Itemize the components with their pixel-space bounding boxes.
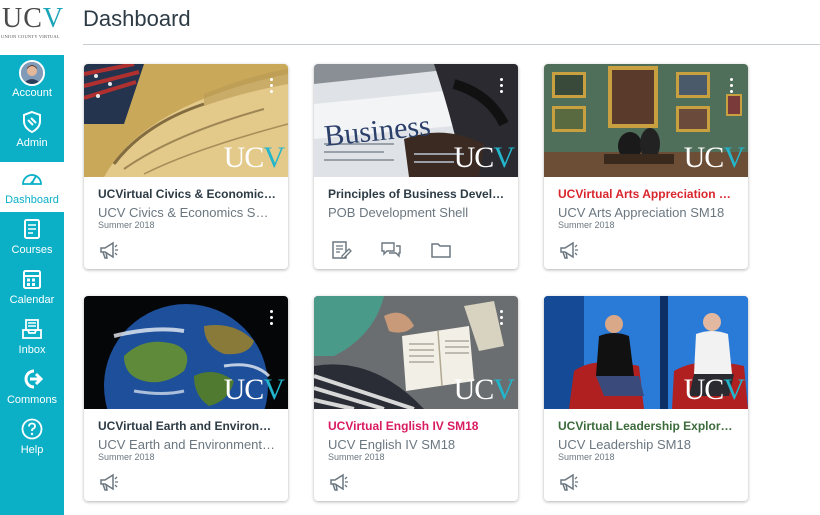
course-code: UCV Earth and Environmental ... [98, 437, 278, 452]
course-card-image[interactable]: UCV [544, 296, 748, 409]
nav-item-admin[interactable]: Admin [0, 105, 64, 155]
nav-item-dashboard[interactable]: Dashboard [0, 162, 64, 212]
shield-icon [23, 110, 41, 134]
course-title[interactable]: UCVirtual English IV SM18 [328, 419, 508, 434]
files-icon[interactable] [430, 239, 452, 261]
ucv-watermark-logo: UCV [683, 373, 745, 406]
ucv-watermark-logo: UCV [683, 141, 745, 174]
page-title: Dashboard [83, 6, 191, 31]
course-card-english[interactable]: UCV UCVirtual English IV SM18 UCV Englis… [314, 296, 518, 501]
nav-label: Inbox [18, 344, 46, 356]
nav-label: Admin [16, 137, 48, 149]
course-card-image[interactable]: UCV [544, 64, 748, 177]
logo-subtitle: UNION COUNTY VIRTUAL [1, 34, 60, 39]
course-card-arts[interactable]: UCV UCVirtual Arts Appreciation SM18 UCV… [544, 64, 748, 269]
inbox-icon [22, 319, 42, 339]
nav-item-commons[interactable]: Commons [0, 362, 64, 412]
nav-label: Help [20, 444, 44, 456]
svg-text:Business: Business [323, 111, 432, 151]
course-card-image[interactable]: UCV [84, 296, 288, 409]
course-term: Summer 2018 [328, 452, 385, 462]
card-options-menu[interactable] [728, 78, 734, 96]
course-title[interactable]: UCVirtual Earth and Environment... [98, 419, 278, 434]
course-code: UCV Leadership SM18 [558, 437, 691, 452]
course-title[interactable]: Principles of Business Development [328, 187, 508, 202]
course-code: UCV Civics & Economics SM18 [98, 205, 278, 220]
course-code: UCV English IV SM18 [328, 437, 456, 452]
calendar-icon [23, 270, 41, 289]
nav-item-inbox[interactable]: Inbox [0, 312, 64, 362]
commons-icon [24, 369, 44, 389]
course-card-business[interactable]: Business UCV Principles of Business Deve… [314, 64, 518, 269]
course-code: POB Development Shell [328, 205, 469, 220]
dashboard-icon [22, 174, 42, 185]
newspaper-headline-graphic: Business [323, 111, 432, 151]
logo-wordmark: UCV [2, 3, 65, 34]
course-term: Summer 2018 [98, 220, 155, 230]
course-term: Summer 2018 [558, 452, 615, 462]
course-title[interactable]: UCVirtual Civics & Economics SM18 [98, 187, 278, 202]
card-options-menu[interactable] [268, 310, 274, 328]
announcements-icon[interactable] [558, 239, 580, 261]
nav-item-courses[interactable]: Courses [0, 212, 64, 262]
announcements-icon[interactable] [98, 471, 120, 493]
card-options-menu[interactable] [498, 78, 504, 96]
course-card-image[interactable]: Business UCV [314, 64, 518, 177]
discussions-icon[interactable] [380, 239, 402, 261]
course-card-image[interactable]: UCV [314, 296, 518, 409]
ucv-watermark-logo: UCV [223, 373, 285, 406]
announcements-icon[interactable] [98, 239, 120, 261]
nav-menu: Account Admin Dashboard Courses Calendar… [0, 55, 64, 515]
nav-label: Account [12, 87, 52, 99]
ucv-watermark-logo: UCV [223, 141, 285, 174]
course-term: Summer 2018 [98, 452, 155, 462]
course-card-civics[interactable]: UCV UCVirtual Civics & Economics SM18 UC… [84, 64, 288, 269]
book-icon [24, 219, 40, 239]
course-title[interactable]: UCVirtual Arts Appreciation SM18 [558, 187, 738, 202]
nav-item-help[interactable]: Help [0, 412, 64, 462]
ucv-watermark-logo: UCV [453, 141, 515, 174]
announcements-icon[interactable] [558, 471, 580, 493]
avatar [19, 60, 45, 86]
ucv-logo[interactable]: UCV UNION COUNTY VIRTUAL [0, 4, 64, 44]
global-nav: UCV UNION COUNTY VIRTUAL Account Admin D… [0, 0, 64, 515]
nav-item-calendar[interactable]: Calendar [0, 262, 64, 312]
card-options-menu[interactable] [268, 78, 274, 96]
ucv-watermark-logo: UCV [453, 373, 515, 406]
nav-label: Commons [6, 394, 58, 406]
nav-label: Dashboard [5, 194, 59, 206]
course-term: Summer 2018 [558, 220, 615, 230]
card-options-menu[interactable] [498, 310, 504, 328]
course-card-earth[interactable]: UCV UCVirtual Earth and Environment... U… [84, 296, 288, 501]
assignments-icon[interactable] [330, 239, 352, 261]
nav-label: Calendar [9, 294, 55, 306]
course-card-leadership[interactable]: UCV UCVirtual Leadership Exploration ...… [544, 296, 748, 501]
nav-item-account[interactable]: Account [0, 55, 64, 105]
course-card-image[interactable]: UCV [84, 64, 288, 177]
course-code: UCV Arts Appreciation SM18 [558, 205, 725, 220]
announcements-icon[interactable] [328, 471, 350, 493]
course-title[interactable]: UCVirtual Leadership Exploration ... [558, 419, 738, 434]
header-divider [83, 44, 820, 45]
nav-label: Courses [11, 244, 53, 256]
help-icon [21, 418, 43, 440]
